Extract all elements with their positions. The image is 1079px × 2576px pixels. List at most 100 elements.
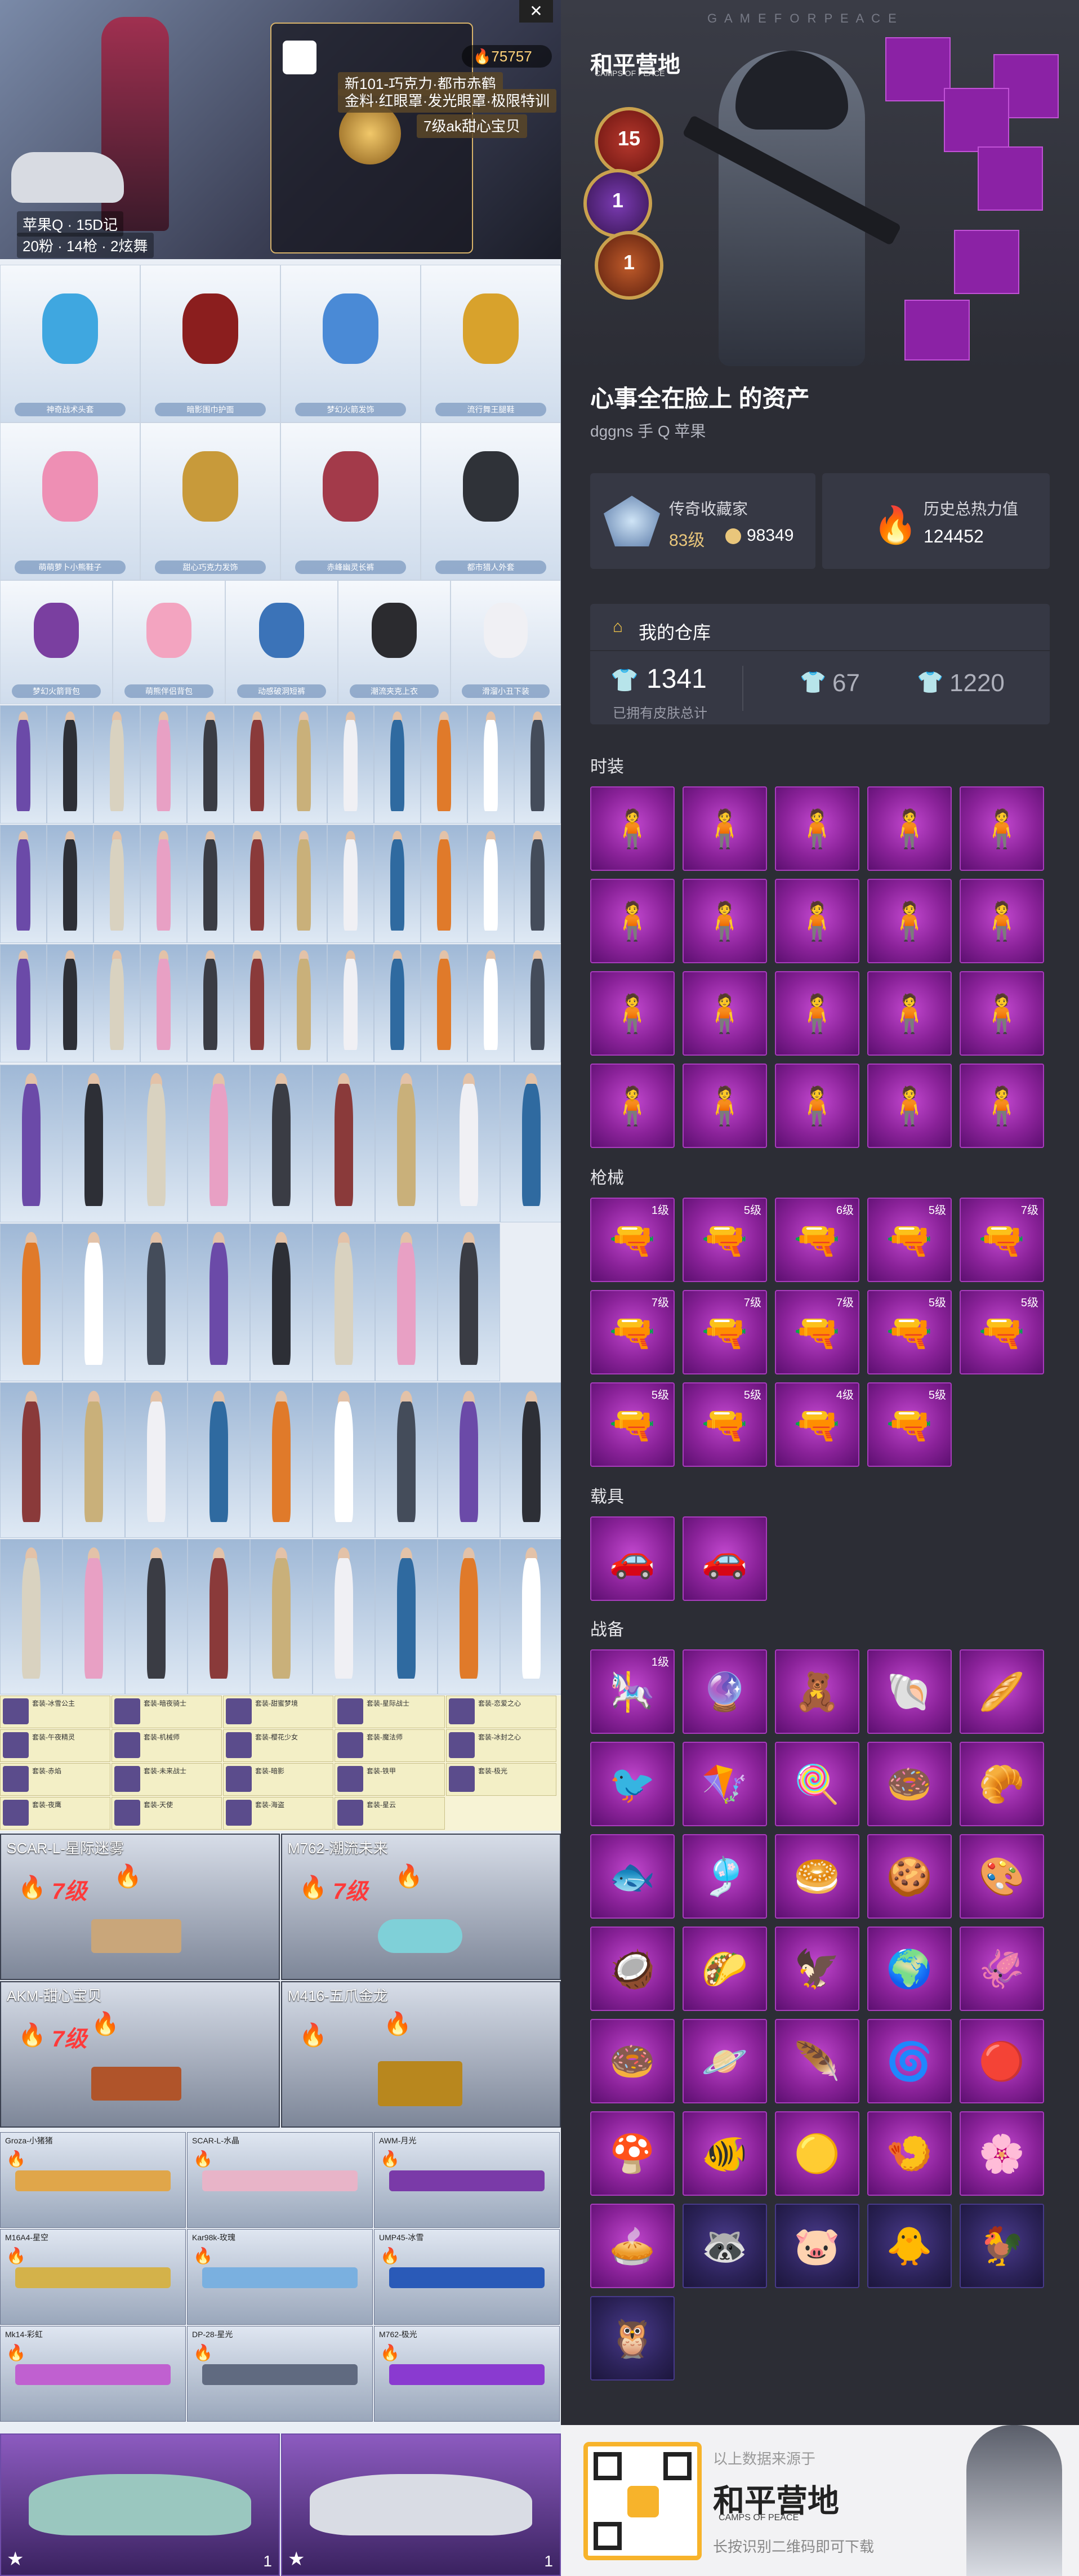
fashion-item[interactable]: 🧍 [683, 971, 767, 1056]
fashion-item[interactable]: 🧍 [590, 1064, 675, 1148]
gear-item[interactable]: 🥥 [590, 1927, 675, 2011]
gear-item[interactable]: 🐠 [683, 2111, 767, 2196]
weapon-item[interactable]: 🔫 7级 [960, 1198, 1044, 1282]
gear-item[interactable]: 🪐 [683, 2019, 767, 2103]
fashion-item[interactable]: 🧍 [775, 879, 859, 963]
weapon-item[interactable]: 🔫 6级 [775, 1198, 859, 1282]
fashion-item[interactable]: 🧍 [960, 1064, 1044, 1148]
weapon-item[interactable]: 🔫 5级 [960, 1290, 1044, 1374]
outfit-card [375, 1224, 438, 1381]
gear-item[interactable]: 🍄 [590, 2111, 675, 2196]
gear-item[interactable]: 🌀 [867, 2019, 952, 2103]
weapon-item[interactable]: 🔫 1级 [590, 1198, 675, 1282]
fashion-item[interactable]: 🧍 [683, 1064, 767, 1148]
outfit-figure [297, 719, 311, 812]
gear-item[interactable]: 🦑 [960, 1927, 1044, 2011]
weapon-skin-card: DP-28-星光 🔥 [187, 2326, 373, 2422]
fashion-item[interactable]: 🧍 [775, 1064, 859, 1148]
item-tile: 神奇战术头套 [0, 265, 140, 422]
flame-icon: 🔥 [380, 2150, 400, 2168]
gear-item[interactable]: 🦉 [590, 2296, 675, 2381]
gear-item[interactable]: 🥯 [775, 1834, 859, 1919]
gear-item[interactable]: 🍤 [867, 2111, 952, 2196]
gear-item[interactable]: 🥖 [960, 1649, 1044, 1734]
gear-item[interactable]: 🌍 [867, 1927, 952, 2011]
fashion-item[interactable]: 🧍 [867, 1064, 952, 1148]
qr-corner [663, 2452, 692, 2480]
outfit-figure [16, 719, 30, 812]
outfit-card [234, 825, 280, 943]
gear-icon: 🌀 [886, 2040, 933, 2082]
flame-icon: 🔥 [395, 1864, 423, 1889]
weapon-item[interactable]: 🔫 5级 [683, 1198, 767, 1282]
weapon-item[interactable]: 🔫 5级 [867, 1382, 952, 1467]
gear-item[interactable]: 🪶 [775, 2019, 859, 2103]
gear-item[interactable]: 🥐 [960, 1742, 1044, 1826]
fashion-item[interactable]: 🧍 [590, 879, 675, 963]
fashion-item[interactable]: 🧍 [590, 971, 675, 1056]
outfit-card [514, 705, 561, 824]
outfit-figure [272, 1243, 291, 1365]
weapon-item[interactable]: 🔫 5级 [683, 1382, 767, 1467]
gear-item[interactable]: 🎠 1级 [590, 1649, 675, 1734]
outfit-thumb-icon [114, 1732, 140, 1758]
gear-item[interactable]: 🐦 [590, 1742, 675, 1826]
gear-item[interactable]: 🦝 [683, 2204, 767, 2288]
outfit-figure [344, 839, 358, 931]
gear-item[interactable]: 🐷 [775, 2204, 859, 2288]
gear-item[interactable]: 🐚 [867, 1649, 952, 1734]
gear-item[interactable]: 🔮 [683, 1649, 767, 1734]
gear-item[interactable]: 🧸 [775, 1649, 859, 1734]
gear-item[interactable]: 🍪 [867, 1834, 952, 1919]
outfit-card [0, 1224, 63, 1381]
outfit-card [250, 1065, 313, 1222]
weapon-item[interactable]: 🔫 7级 [590, 1290, 675, 1374]
item-tile: 萌熊伴侣背包 [113, 580, 225, 704]
gear-item[interactable]: 🌸 [960, 2111, 1044, 2196]
weapon-item[interactable]: 🔫 5级 [867, 1290, 952, 1374]
weapon-item[interactable]: 🔫 4级 [775, 1382, 859, 1467]
gear-item[interactable]: 🐓 [960, 2204, 1044, 2288]
gear-item[interactable]: 🍭 [775, 1742, 859, 1826]
fashion-item[interactable]: 🧍 [867, 879, 952, 963]
gear-icon: 🌍 [886, 1948, 933, 1990]
vehicle-item[interactable]: 🚗 [590, 1516, 675, 1601]
weapon-level: 5级 [743, 1389, 761, 1402]
gear-item[interactable]: 🔴 [960, 2019, 1044, 2103]
fashion-item[interactable]: 🧍 [960, 786, 1044, 871]
gear-item[interactable]: 🎐 [683, 1834, 767, 1919]
weapon-item[interactable]: 🔫 5级 [590, 1382, 675, 1467]
gear-item[interactable]: 🌮 [683, 1927, 767, 2011]
gear-item[interactable]: 🐥 [867, 2204, 952, 2288]
list-item: 套装-恋爱之心 [446, 1696, 556, 1728]
gear-item[interactable]: 🪁 [683, 1742, 767, 1826]
vehicle-item[interactable]: 🚗 [683, 1516, 767, 1601]
weapon-item[interactable]: 🔫 7级 [683, 1290, 767, 1374]
weapon-item[interactable]: 🔫 5级 [867, 1198, 952, 1282]
gear-item[interactable]: 🦅 [775, 1927, 859, 2011]
fashion-item[interactable]: 🧍 [867, 786, 952, 871]
list-item: 套装-冰雪公主 [0, 1696, 110, 1728]
gear-item[interactable]: 🎨 [960, 1834, 1044, 1919]
outfit-card [125, 1065, 188, 1222]
gear-item[interactable]: 🍩 [867, 1742, 952, 1826]
fashion-item[interactable]: 🧍 [960, 971, 1044, 1056]
fashion-item[interactable]: 🧍 [960, 879, 1044, 963]
fashion-item[interactable]: 🧍 [867, 971, 952, 1056]
gear-item[interactable]: 🟡 [775, 2111, 859, 2196]
fashion-item[interactable]: 🧍 [683, 786, 767, 871]
fashion-item[interactable]: 🧍 [775, 971, 859, 1056]
weapon-item[interactable]: 🔫 7级 [775, 1290, 859, 1374]
qr-code[interactable] [583, 2442, 702, 2560]
fashion-item[interactable]: 🧍 [590, 786, 675, 871]
fashion-item[interactable]: 🧍 [775, 786, 859, 871]
gear-item[interactable]: 🐟 [590, 1834, 675, 1919]
item-tile: 流行舞王腿鞋 [421, 265, 561, 422]
outfit-card [327, 825, 374, 943]
fashion-item[interactable]: 🧍 [683, 879, 767, 963]
gear-item[interactable]: 🍩 [590, 2019, 675, 2103]
outfit-figure [484, 958, 498, 1051]
outfit-figure [335, 1401, 353, 1522]
gear-item[interactable]: 🥧 [590, 2204, 675, 2288]
close-button[interactable]: ✕ [519, 0, 553, 23]
